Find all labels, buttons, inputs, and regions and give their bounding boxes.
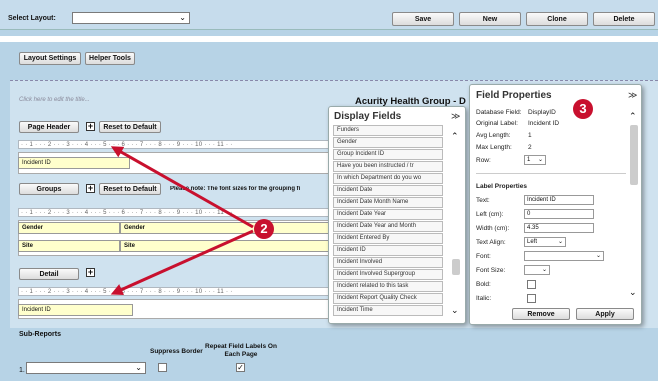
callout-arrows — [110, 146, 254, 296]
arrow-to-page-header — [110, 146, 254, 229]
arrow-to-detail — [110, 229, 254, 296]
